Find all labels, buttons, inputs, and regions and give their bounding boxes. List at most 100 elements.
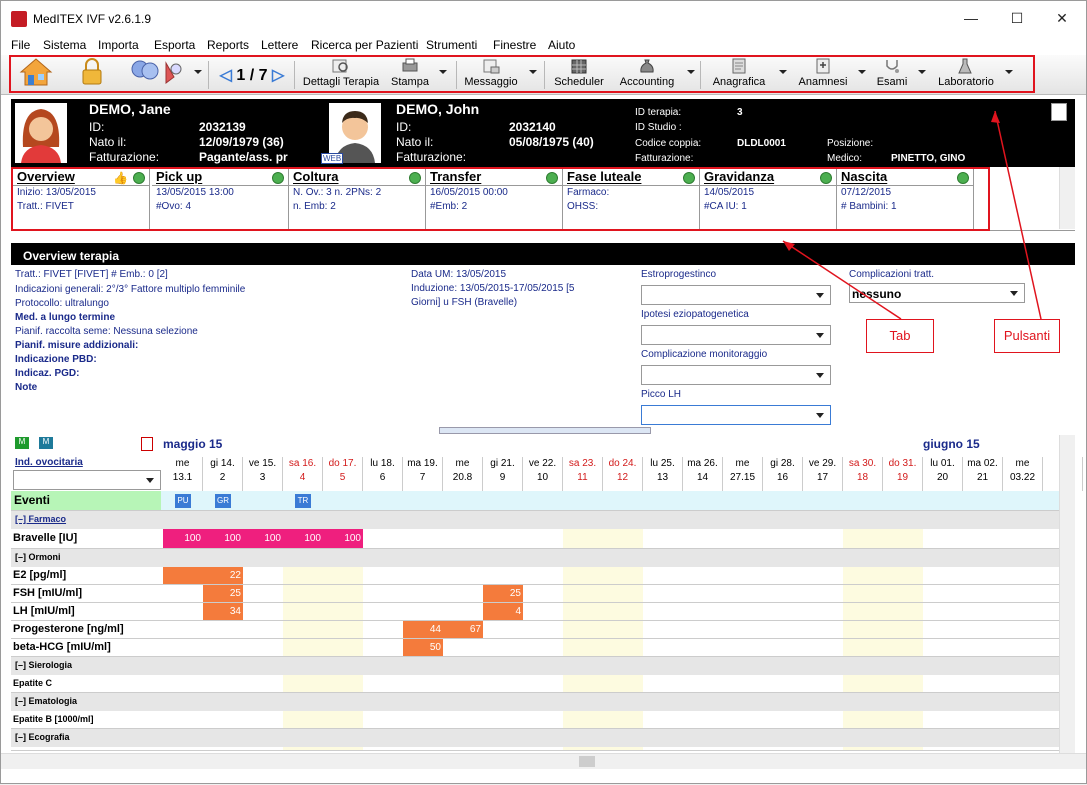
cell-bravelle[interactable]: 100 <box>203 529 243 548</box>
day-column-header[interactable]: do 24. 12 <box>603 457 643 491</box>
male-name: DEMO, John <box>396 101 480 117</box>
ind-ovocitaria-select[interactable] <box>13 470 161 490</box>
section-farmaco[interactable]: [–] Farmaco <box>11 511 1059 529</box>
female-id: 2032139 <box>199 120 246 134</box>
female-born: 12/09/1979 (36) <box>199 135 284 149</box>
menu-sistema[interactable]: Sistema <box>43 38 86 52</box>
menu-importa[interactable]: Importa <box>98 38 139 52</box>
day-column-header[interactable]: ve 22. 10 <box>523 457 563 491</box>
menu-aiuto[interactable]: Aiuto <box>548 38 575 52</box>
raccolta-seme-line: Pianif. raccolta seme: Nessuna selezione <box>15 326 198 337</box>
ipotesi-select[interactable] <box>641 325 831 345</box>
annotation-pulsanti: Pulsanti <box>994 319 1060 353</box>
doctor-name: PINETTO, GINO <box>891 153 966 164</box>
ipotesi-label: Ipotesi eziopatogenetica <box>641 309 749 320</box>
tabs-highlight <box>11 167 990 231</box>
hscroll-thumb[interactable] <box>579 756 595 767</box>
position-label: Posizione: <box>827 138 874 149</box>
marker-icon[interactable]: M <box>39 437 53 449</box>
toolbar-highlight <box>9 55 1035 93</box>
cell-lh-9[interactable]: 4 <box>483 603 523 620</box>
add-marker-icon[interactable]: M <box>15 437 29 449</box>
row-e2: E2 [pg/ml] 22 <box>11 567 1059 585</box>
female-name: DEMO, Jane <box>89 101 171 117</box>
web-badge[interactable]: WEB <box>321 153 344 164</box>
splitter-handle[interactable] <box>439 427 651 434</box>
day-column-header[interactable]: ma 19. 7 <box>403 457 443 491</box>
day-column-header[interactable]: gi 14. 2 <box>203 457 243 491</box>
calendar-vscroll[interactable] <box>1059 435 1075 753</box>
app-logo-icon <box>11 11 27 27</box>
day-column-header[interactable]: sa 30. 18 <box>843 457 883 491</box>
day-column-header[interactable]: gi 28. 16 <box>763 457 803 491</box>
close-button[interactable]: ✕ <box>1047 7 1077 29</box>
section-ormoni[interactable]: [–] Ormoni <box>11 549 1059 567</box>
minimize-button[interactable]: — <box>956 7 986 29</box>
day-column-header[interactable]: ve 29. 17 <box>803 457 843 491</box>
cell-bravelle[interactable]: 100 <box>323 529 363 548</box>
day-column-header[interactable]: me 20.8 <box>443 457 483 491</box>
couple-code: DLDL0001 <box>737 138 786 149</box>
horizontal-scrollbar[interactable] <box>1 753 1086 769</box>
compl-mon-label: Complicazione monitoraggio <box>641 349 768 360</box>
cell-bravelle[interactable]: 100 <box>163 529 203 548</box>
event-gr[interactable]: GR <box>215 494 231 508</box>
tabs-scrollbar[interactable] <box>1059 167 1075 229</box>
section-sierologia[interactable]: [–] Sierologia <box>11 657 1059 675</box>
day-column-header[interactable]: sa 16. 4 <box>283 457 323 491</box>
document-icon[interactable] <box>1051 103 1067 121</box>
compl-mon-select[interactable] <box>641 365 831 385</box>
estro-select[interactable] <box>641 285 831 305</box>
cell-fsh-9[interactable]: 25 <box>483 585 523 602</box>
cell-fsh-2[interactable]: 25 <box>203 585 243 602</box>
day-column-header[interactable]: ma 02. 21 <box>963 457 1003 491</box>
menu-reports[interactable]: Reports <box>207 38 249 52</box>
section-ecografia[interactable]: [–] Ecografia <box>11 729 1059 747</box>
couple-code-label: Codice coppia: <box>635 138 702 149</box>
day-column-header[interactable]: me 13.1 <box>163 457 203 491</box>
row-bravelle: Bravelle [IU] 100 100 100 100 100 <box>11 529 1059 549</box>
menu-lettere[interactable]: Lettere <box>261 38 298 52</box>
row-progesterone: Progesterone [ng/ml] 44 67 <box>11 621 1059 639</box>
maximize-button[interactable]: ☐ <box>1002 7 1032 29</box>
day-column-header[interactable]: me 03.22 <box>1003 457 1043 491</box>
day-column-header[interactable]: lu 01. 20 <box>923 457 963 491</box>
event-pu[interactable]: PU <box>175 494 191 508</box>
day-column-header[interactable]: do 17. 5 <box>323 457 363 491</box>
compl-tratt-select[interactable]: nessuno <box>849 283 1025 303</box>
day-column-header[interactable]: ma 26. 14 <box>683 457 723 491</box>
day-column-header[interactable]: do 31. 19 <box>883 457 923 491</box>
induzione: Induzione: 13/05/2015-17/05/2015 [5 <box>411 283 575 294</box>
cell-prog-8[interactable]: 67 <box>443 621 483 638</box>
day-column-header[interactable]: gi 21. 9 <box>483 457 523 491</box>
menu-file[interactable]: File <box>11 38 30 52</box>
cell-e2-1[interactable] <box>163 567 203 584</box>
menu-finestre[interactable]: Finestre <box>493 38 536 52</box>
compl-tratt-label: Complicazioni tratt. <box>849 269 935 280</box>
cell-hcg-7[interactable]: 50 <box>403 639 443 656</box>
ind-ovocitaria-label: Ind. ovocitaria <box>15 457 83 468</box>
cell-bravelle[interactable]: 100 <box>243 529 283 548</box>
male-id: 2032140 <box>509 120 556 134</box>
calendar-icon[interactable] <box>141 437 153 451</box>
therapy-billing-label: Fatturazione: <box>635 153 694 164</box>
picco-select[interactable] <box>641 405 831 425</box>
menu-strumenti[interactable]: Strumenti <box>426 38 477 52</box>
menu-ricerca[interactable]: Ricerca per Pazienti <box>311 38 418 52</box>
day-column-header[interactable]: ve 15. 3 <box>243 457 283 491</box>
day-column-header[interactable]: me 27.15 <box>723 457 763 491</box>
male-born-label: Nato il: <box>396 135 434 149</box>
day-column-header[interactable]: sa 23. 11 <box>563 457 603 491</box>
row-lh: LH [mIU/ml] 34 4 <box>11 603 1059 621</box>
cell-prog-7[interactable]: 44 <box>403 621 443 638</box>
day-column-header[interactable]: lu 18. 6 <box>363 457 403 491</box>
day-column-header[interactable]: lu 25. 13 <box>643 457 683 491</box>
menu-esporta[interactable]: Esporta <box>154 38 195 52</box>
tratt-line: Tratt.: FIVET [FIVET] # Emb.: 0 [2] <box>15 269 168 280</box>
section-ematologia[interactable]: [–] Ematologia <box>11 693 1059 711</box>
cell-lh-2[interactable]: 34 <box>203 603 243 620</box>
note-line: Note <box>15 382 38 393</box>
event-tr[interactable]: TR <box>295 494 311 508</box>
cell-bravelle[interactable]: 100 <box>283 529 323 548</box>
cell-e2-2[interactable]: 22 <box>203 567 243 584</box>
